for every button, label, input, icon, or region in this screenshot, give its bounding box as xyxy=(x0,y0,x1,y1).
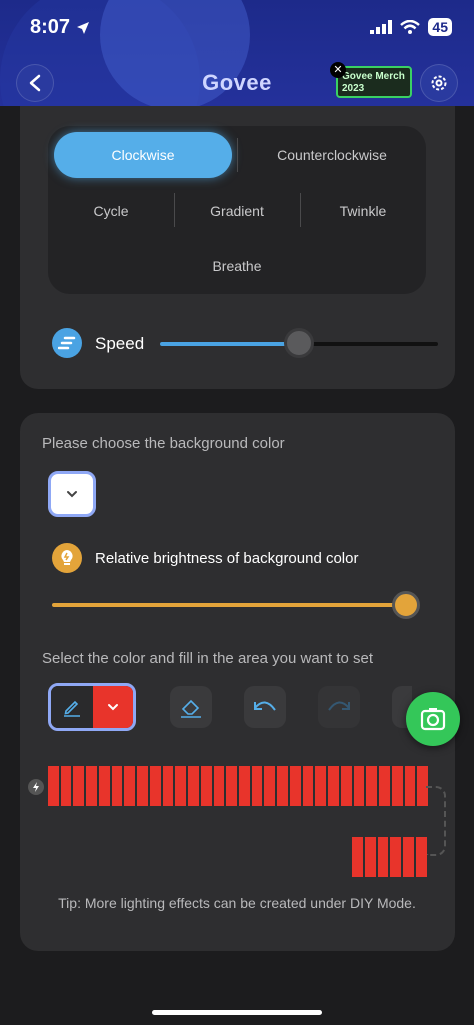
battery-indicator: 45 xyxy=(428,18,452,36)
strip-segment[interactable] xyxy=(404,766,416,806)
strip-segment[interactable] xyxy=(328,766,339,806)
gear-icon xyxy=(431,75,447,91)
power-input-icon xyxy=(28,779,44,795)
mode-breathe[interactable]: Breathe xyxy=(50,258,424,274)
signal-icon xyxy=(370,20,393,34)
speed-slider-fill xyxy=(160,342,299,346)
background-color-picker[interactable] xyxy=(48,471,96,517)
status-time-text: 8:07 xyxy=(30,16,71,38)
speed-slider-handle[interactable] xyxy=(284,328,314,358)
undo-button[interactable] xyxy=(244,686,286,728)
light-strip-row-2[interactable] xyxy=(352,837,427,877)
strip-segment[interactable] xyxy=(137,766,148,806)
merch-close-icon[interactable]: ✕ xyxy=(330,62,346,78)
pencil-icon xyxy=(64,700,80,717)
fill-area-prompt: Select the color and fill in the area yo… xyxy=(42,650,374,667)
strip-segment[interactable] xyxy=(264,766,276,806)
home-indicator xyxy=(152,1010,322,1015)
mode-clockwise[interactable]: Clockwise xyxy=(54,132,232,178)
strip-segment[interactable] xyxy=(124,766,136,806)
strip-segment[interactable] xyxy=(149,766,161,806)
strip-segment[interactable] xyxy=(403,837,415,877)
strip-segment[interactable] xyxy=(73,766,85,806)
pencil-tool[interactable] xyxy=(51,686,93,728)
strip-segment[interactable] xyxy=(364,837,376,877)
divider xyxy=(300,193,301,227)
eraser-button[interactable] xyxy=(170,686,212,728)
strip-segment[interactable] xyxy=(379,766,390,806)
status-indicators: 45 xyxy=(370,18,452,36)
light-strip-row-1[interactable] xyxy=(48,766,429,806)
strip-segment[interactable] xyxy=(390,837,402,877)
strip-segment[interactable] xyxy=(111,766,123,806)
merch-year: 2023 xyxy=(342,83,365,94)
brightness-slider-fill xyxy=(52,603,406,607)
strip-segment[interactable] xyxy=(391,766,403,806)
camera-icon xyxy=(420,708,446,731)
status-time: 8:07 xyxy=(30,16,90,39)
strip-segment[interactable] xyxy=(188,766,199,806)
mode-cycle[interactable]: Cycle xyxy=(50,203,172,219)
strip-segment[interactable] xyxy=(98,766,110,806)
strip-segment[interactable] xyxy=(226,766,238,806)
mode-twinkle[interactable]: Twinkle xyxy=(302,203,424,219)
strip-segment[interactable] xyxy=(352,837,363,877)
mode-gradient[interactable]: Gradient xyxy=(176,203,298,219)
brightness-slider[interactable] xyxy=(52,603,406,607)
strip-segment[interactable] xyxy=(277,766,288,806)
settings-button[interactable] xyxy=(420,64,458,102)
speed-icon xyxy=(52,328,82,358)
strip-segment[interactable] xyxy=(416,837,427,877)
mode-counterclockwise[interactable]: Counterclockwise xyxy=(246,147,418,163)
strip-segment[interactable] xyxy=(175,766,187,806)
strip-segment[interactable] xyxy=(251,766,263,806)
strip-segment[interactable] xyxy=(48,766,59,806)
strip-segment[interactable] xyxy=(366,766,378,806)
redo-icon xyxy=(328,701,350,711)
strip-segment[interactable] xyxy=(377,837,389,877)
pencil-color-tool[interactable] xyxy=(48,683,136,731)
diy-tip: Tip: More lighting effects can be create… xyxy=(58,895,416,911)
strip-segment[interactable] xyxy=(60,766,72,806)
chevron-down-icon xyxy=(67,491,77,498)
undo-icon xyxy=(254,701,276,711)
strip-segment[interactable] xyxy=(353,766,365,806)
eraser-icon xyxy=(181,699,201,718)
brightness-slider-handle[interactable] xyxy=(392,591,420,619)
selected-fill-color[interactable] xyxy=(93,686,133,728)
wifi-icon xyxy=(400,20,421,34)
strip-segment[interactable] xyxy=(289,766,301,806)
merch-banner[interactable]: Govee Merch 2023 xyxy=(336,66,412,98)
divider xyxy=(174,193,175,227)
strip-segment[interactable] xyxy=(315,766,327,806)
strip-segment[interactable] xyxy=(213,766,225,806)
speed-lines-icon xyxy=(58,336,76,350)
snapshot-button[interactable] xyxy=(406,692,460,746)
strip-segment[interactable] xyxy=(302,766,314,806)
strip-segment[interactable] xyxy=(340,766,352,806)
chevron-down-icon xyxy=(108,704,118,711)
redo-button[interactable] xyxy=(318,686,360,728)
lightbulb-icon xyxy=(52,543,82,573)
divider xyxy=(237,138,238,172)
brightness-label: Relative brightness of background color xyxy=(95,550,359,567)
strip-connector xyxy=(426,786,446,856)
speed-label: Speed xyxy=(95,334,145,353)
strip-segment[interactable] xyxy=(162,766,174,806)
strip-segment[interactable] xyxy=(239,766,250,806)
strip-segment[interactable] xyxy=(86,766,97,806)
background-color-prompt: Please choose the background color xyxy=(42,435,285,452)
location-arrow-icon xyxy=(77,21,90,34)
merch-title: Govee Merch xyxy=(342,71,405,82)
strip-segment[interactable] xyxy=(200,766,212,806)
